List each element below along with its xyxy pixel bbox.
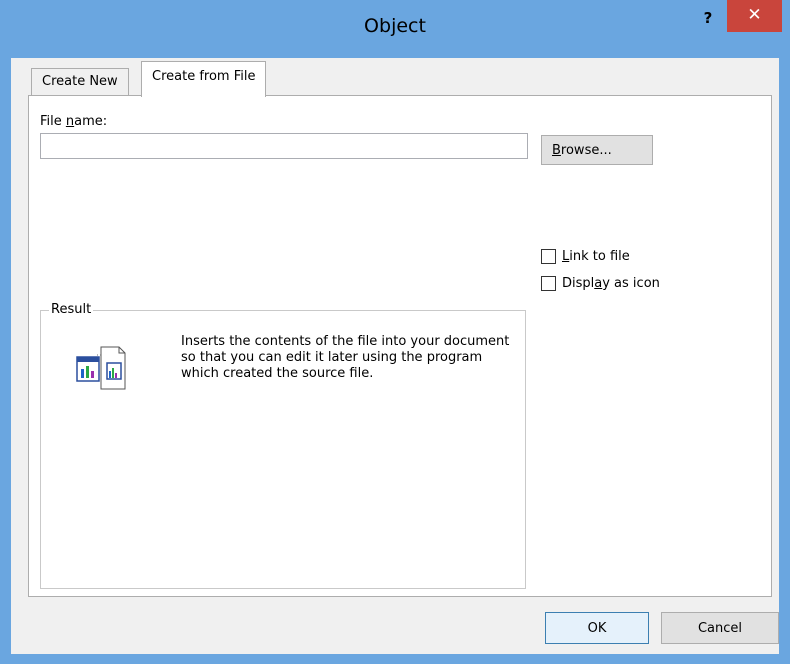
dialog-body: Create New Create from File File name: B… xyxy=(11,58,779,654)
close-button[interactable]: ✕ xyxy=(727,0,782,32)
display-as-icon-checkbox[interactable] xyxy=(541,276,556,291)
tab-create-from-file[interactable]: Create from File xyxy=(141,61,267,97)
help-button[interactable]: ? xyxy=(693,8,723,30)
create-from-file-panel: File name: Browse... Link to file Displa… xyxy=(28,95,772,597)
link-to-file-label: Link to file xyxy=(562,249,630,264)
file-name-input[interactable] xyxy=(40,133,528,159)
result-group: Result Inserts the contents of the file … xyxy=(40,302,526,589)
ok-button[interactable]: OK xyxy=(545,612,649,644)
browse-button[interactable]: Browse... xyxy=(541,135,653,165)
close-icon: ✕ xyxy=(747,5,762,25)
embedded-object-icon xyxy=(76,346,126,390)
cancel-button[interactable]: Cancel xyxy=(661,612,779,644)
tab-create-new[interactable]: Create New xyxy=(31,68,129,95)
object-dialog: Object ? ✕ Create New Create from File F… xyxy=(0,0,790,664)
dialog-title: Object xyxy=(364,15,426,37)
file-name-label: File name: xyxy=(40,114,108,129)
link-to-file-option[interactable]: Link to file xyxy=(541,249,630,264)
result-description: Inserts the contents of the file into yo… xyxy=(181,334,510,381)
display-as-icon-label: Display as icon xyxy=(562,276,660,291)
display-as-icon-option[interactable]: Display as icon xyxy=(541,276,660,291)
title-bar: Object ? ✕ xyxy=(0,0,790,58)
result-legend: Result xyxy=(49,302,94,317)
link-to-file-checkbox[interactable] xyxy=(541,249,556,264)
